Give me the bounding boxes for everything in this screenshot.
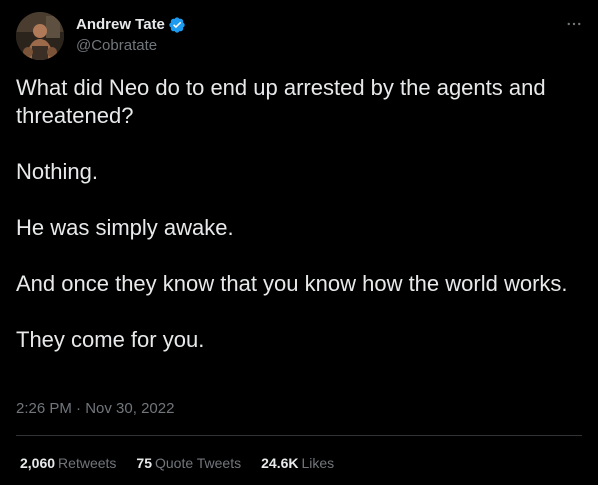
retweets-label: Retweets <box>58 455 117 471</box>
tweet-date[interactable]: Nov 30, 2022 <box>85 400 174 417</box>
quote-tweets-count: 75 <box>136 455 152 471</box>
tweet-text: What did Neo do to end up arrested by th… <box>16 74 582 354</box>
tweet-paragraph: He was simply awake. <box>16 215 234 240</box>
name-row: Andrew Tate <box>76 15 186 35</box>
tweet-paragraph: And once they know that you know how the… <box>16 271 568 296</box>
display-name[interactable]: Andrew Tate <box>76 15 165 35</box>
verified-badge-icon <box>168 16 186 34</box>
retweets-count: 2,060 <box>20 455 56 471</box>
engagement-stats: 2,060 Retweets 75 Quote Tweets 24.6K Likes <box>20 454 354 472</box>
tweet-card: Andrew Tate @Cobratate What did Neo do t… <box>0 0 598 485</box>
more-options-icon[interactable] <box>562 12 586 36</box>
likes-stat[interactable]: 24.6K Likes <box>261 454 334 472</box>
tweet-paragraph: They come for you. <box>16 327 205 352</box>
author-info: Andrew Tate @Cobratate <box>76 15 186 56</box>
divider <box>16 435 582 436</box>
tweet-paragraph: What did Neo do to end up arrested by th… <box>16 75 546 128</box>
quote-tweets-stat[interactable]: 75 Quote Tweets <box>136 454 241 472</box>
likes-count: 24.6K <box>261 455 299 471</box>
tweet-paragraph: Nothing. <box>16 159 98 184</box>
quote-tweets-label: Quote Tweets <box>154 455 242 471</box>
tweet-time[interactable]: 2:26 PM <box>16 400 72 417</box>
timestamp-separator: · <box>71 400 86 417</box>
user-handle[interactable]: @Cobratate <box>76 36 186 56</box>
retweets-stat[interactable]: 2,060 Retweets <box>20 454 116 472</box>
avatar[interactable] <box>16 12 64 60</box>
avatar-image <box>16 12 64 60</box>
tweet-timestamp: 2:26 PM · Nov 30, 2022 <box>16 399 174 419</box>
likes-label: Likes <box>301 455 335 471</box>
